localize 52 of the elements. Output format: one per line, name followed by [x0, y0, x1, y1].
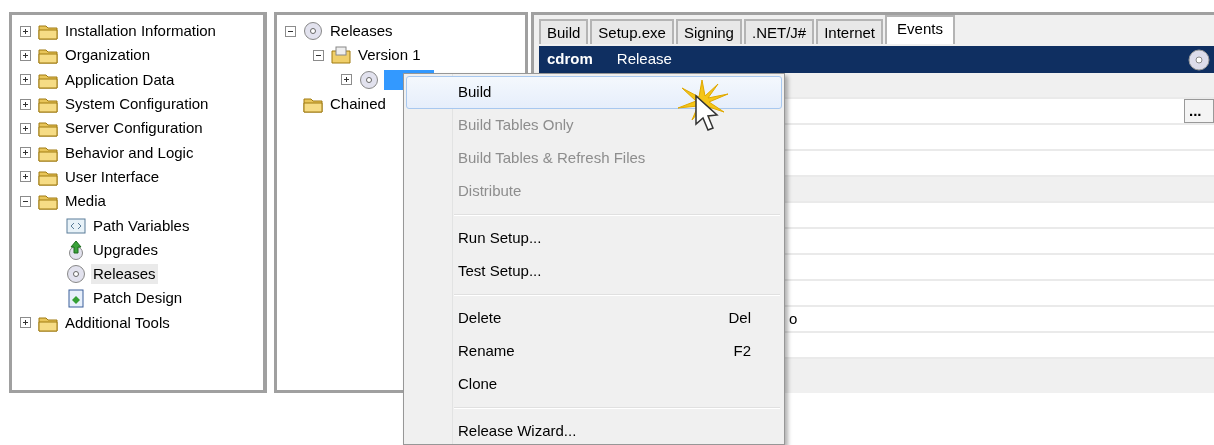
tree-item[interactable]: User Interface	[63, 166, 162, 187]
expand-icon[interactable]	[20, 25, 31, 37]
disc-icon	[1188, 48, 1210, 71]
tree-item[interactable]: System Configuration	[63, 94, 211, 115]
tree-item[interactable]: Upgrades	[91, 239, 161, 260]
tab[interactable]: .NET/J#	[743, 19, 815, 44]
tree-item[interactable]: Organization	[63, 45, 153, 66]
tree-item[interactable]: Additional Tools	[63, 312, 172, 333]
expand-icon[interactable]	[20, 147, 31, 159]
tree-item[interactable]: Releases	[91, 264, 158, 285]
menu-item[interactable]: Build	[406, 76, 782, 109]
tree-item[interactable]: Patch Design	[91, 288, 185, 309]
collapse-icon[interactable]	[313, 49, 324, 61]
disc-icon	[302, 21, 324, 42]
release-name: cdrom	[547, 49, 593, 70]
expand-icon[interactable]	[20, 74, 31, 86]
expand-icon[interactable]	[20, 171, 31, 183]
tab[interactable]: Signing	[675, 19, 742, 44]
browse-button[interactable]: ...	[1184, 99, 1214, 123]
tab[interactable]: Internet	[816, 19, 884, 44]
menu-item[interactable]: Rename F2	[406, 335, 782, 368]
menu-item[interactable]: Release Wizard...	[406, 415, 782, 444]
menu-item[interactable]: Run Setup...	[406, 222, 782, 255]
tree-item[interactable]: Path Variables	[91, 215, 192, 236]
tree-item[interactable]: Server Configuration	[63, 118, 205, 139]
tab[interactable]: Events	[885, 15, 955, 44]
release-type: Release	[616, 49, 672, 70]
tree-item[interactable]: Installation Information	[63, 21, 218, 42]
cell-value: o	[789, 308, 798, 329]
collapse-icon[interactable]	[285, 25, 296, 37]
expand-icon[interactable]	[20, 122, 31, 134]
menu-item[interactable]: Test Setup...	[406, 255, 782, 288]
tab[interactable]: Build	[539, 19, 589, 44]
menu-item[interactable]: Delete Del	[406, 302, 782, 335]
expand-icon[interactable]	[20, 317, 31, 329]
collapse-icon[interactable]	[20, 195, 31, 207]
tab[interactable]: Setup.exe	[590, 19, 674, 44]
folder-icon	[330, 45, 352, 66]
tree-item[interactable]: Releases	[328, 21, 395, 42]
tree-item[interactable]: Application Data	[63, 69, 177, 90]
disc-icon	[358, 69, 380, 90]
expand-icon[interactable]	[341, 74, 352, 86]
tree-item[interactable]: Chained	[328, 94, 388, 115]
patch-icon	[65, 288, 87, 309]
disc-icon	[65, 264, 87, 285]
tree-item[interactable]: Media	[63, 191, 108, 212]
expand-icon[interactable]	[20, 98, 31, 110]
brackets-icon	[65, 215, 87, 236]
menu-item[interactable]: Clone	[406, 368, 782, 401]
tree-item[interactable]: Version 1	[356, 45, 423, 66]
tree-item[interactable]: Behavior and Logic	[63, 142, 196, 163]
expand-icon[interactable]	[20, 49, 31, 61]
